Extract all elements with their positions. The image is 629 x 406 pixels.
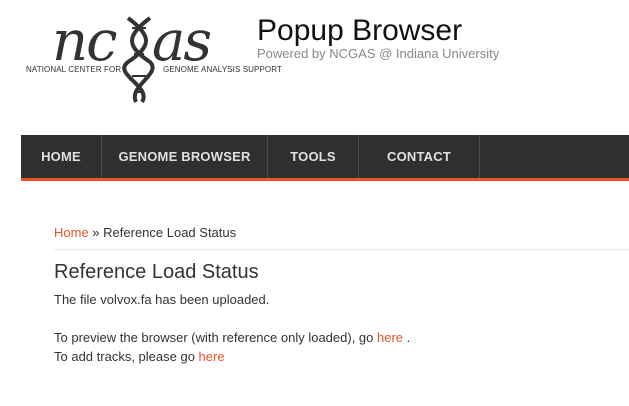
tracks-instruction: To add tracks, please go here [54, 349, 225, 364]
logo-subtitle-left: NATIONAL CENTER FOR [26, 65, 122, 74]
site-tagline: Powered by NCGAS @ Indiana University [257, 46, 500, 61]
preview-link[interactable]: here [377, 330, 403, 345]
page-title: Reference Load Status [54, 261, 259, 283]
ncgas-logo[interactable]: nc as NATIONAL CENTER FOR GENOME ANALYSI… [24, 9, 282, 106]
upload-message: The file volvox.fa has been uploaded. [54, 292, 270, 307]
main-nav: HOME GENOME BROWSER TOOLS CONTACT [21, 135, 629, 181]
tracks-text: To add tracks, please go [54, 349, 199, 364]
preview-suffix: . [403, 330, 411, 345]
breadcrumb: Home » Reference Load Status [54, 225, 236, 240]
preview-instruction: To preview the browser (with reference o… [54, 330, 410, 345]
content-divider [54, 249, 629, 250]
nav-home[interactable]: HOME [21, 135, 102, 178]
breadcrumb-separator: » [88, 225, 104, 240]
breadcrumb-home-link[interactable]: Home [54, 225, 89, 240]
nav-genome-browser[interactable]: GENOME BROWSER [102, 135, 268, 178]
dna-helix-icon [122, 16, 155, 104]
site-title: Popup Browser [257, 14, 463, 47]
nav-contact[interactable]: CONTACT [359, 135, 480, 178]
logo-wordmark: nc [52, 9, 117, 74]
preview-text: To preview the browser (with reference o… [54, 330, 377, 345]
nav-tools[interactable]: TOOLS [268, 135, 359, 178]
logo-subtitle-right: GENOME ANALYSIS SUPPORT [163, 65, 282, 74]
logo-wordmark-end: as [152, 9, 212, 74]
site-header: nc as NATIONAL CENTER FOR GENOME ANALYSI… [0, 0, 629, 120]
add-tracks-link[interactable]: here [199, 349, 225, 364]
breadcrumb-current: Reference Load Status [103, 225, 237, 240]
